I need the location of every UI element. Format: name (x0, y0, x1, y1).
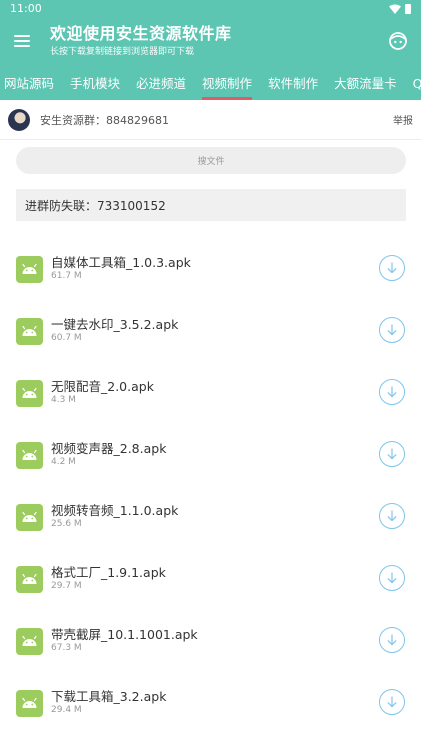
file-name: 一键去水印_3.5.2.apk (51, 317, 179, 332)
tab-item[interactable]: 软件制作 (260, 65, 326, 100)
download-button[interactable] (379, 317, 405, 343)
search-placeholder: 搜文件 (197, 157, 225, 167)
file-list-item[interactable]: 无限配音_2.0.apk 4.3 M (0, 360, 421, 422)
search-input[interactable]: 搜文件 (16, 147, 406, 174)
status-icons (389, 3, 411, 14)
file-list-item[interactable]: 自媒体工具箱_1.0.3.apk 61.7 M (0, 236, 421, 298)
android-icon (16, 504, 43, 531)
app-subtitle: 长按下载复制链接到浏览器即可下载 (50, 47, 195, 57)
download-button[interactable] (379, 503, 405, 529)
file-name: 视频转音频_1.1.0.apk (51, 503, 179, 518)
file-name: 下载工具箱_3.2.apk (51, 689, 167, 704)
download-button[interactable] (379, 379, 405, 405)
file-name: 带壳截屏_10.1.1001.apk (51, 627, 198, 642)
tab-item[interactable]: QQ等级 (405, 65, 421, 100)
file-name: 格式工厂_1.9.1.apk (51, 565, 166, 580)
face-icon[interactable] (387, 30, 409, 52)
file-list-item[interactable]: 视频变声器_2.8.apk 4.2 M (0, 422, 421, 484)
download-button[interactable] (379, 255, 405, 281)
download-button[interactable] (379, 627, 405, 653)
android-icon (16, 256, 43, 283)
app-bar: 欢迎使用安生资源软件库 长按下载复制链接到浏览器即可下载 (0, 17, 421, 65)
android-icon (16, 442, 43, 469)
group-avatar[interactable] (8, 108, 30, 131)
download-icon (385, 509, 399, 523)
battery-icon (405, 3, 411, 14)
file-size: 67.3 M (51, 643, 82, 653)
download-icon (385, 633, 399, 647)
android-icon (16, 318, 43, 345)
app-bar-titles: 欢迎使用安生资源软件库 长按下载复制链接到浏览器即可下载 (50, 24, 387, 58)
file-size: 4.3 M (51, 395, 76, 405)
download-icon (385, 695, 399, 709)
file-size: 29.7 M (51, 581, 82, 591)
download-icon (385, 323, 399, 337)
notice-text: 进群防失联：733100152 (25, 198, 166, 213)
android-icon (16, 566, 43, 593)
tab-item[interactable]: 视频制作 (194, 65, 260, 100)
android-icon (16, 628, 43, 655)
android-icon (16, 380, 43, 407)
file-name: 无限配音_2.0.apk (51, 379, 154, 394)
download-button[interactable] (379, 689, 405, 715)
download-icon (385, 571, 399, 585)
category-tabs: 网站源码手机模块必进频道视频制作软件制作大额流量卡QQ等级 (0, 65, 421, 100)
file-list-item[interactable]: 视频转音频_1.1.0.apk 25.6 M (0, 484, 421, 546)
report-link[interactable]: 举报 (393, 112, 413, 127)
group-info-row: 安生资源群：884829681 举报 (0, 100, 421, 140)
file-list-item[interactable]: 带壳截屏_10.1.1001.apk 67.3 M (0, 608, 421, 670)
file-size: 60.7 M (51, 333, 82, 343)
group-text: 安生资源群：884829681 (40, 113, 169, 127)
status-bar: 11:00 (0, 0, 421, 17)
file-size: 4.2 M (51, 457, 76, 467)
download-icon (385, 261, 399, 275)
tab-item[interactable]: 网站源码 (0, 65, 62, 100)
status-time: 11:00 (10, 2, 42, 15)
tab-item[interactable]: 大额流量卡 (326, 65, 405, 100)
tab-item[interactable]: 必进频道 (128, 65, 194, 100)
file-list-item[interactable]: 一键去水印_3.5.2.apk 60.7 M (0, 298, 421, 360)
wifi-icon (389, 4, 401, 14)
tab-item[interactable]: 手机模块 (62, 65, 128, 100)
download-icon (385, 447, 399, 461)
file-name: 自媒体工具箱_1.0.3.apk (51, 255, 191, 270)
file-list-item[interactable]: 格式工厂_1.9.1.apk 29.7 M (0, 546, 421, 608)
download-icon (385, 385, 399, 399)
app-title: 欢迎使用安生资源软件库 (50, 24, 232, 43)
file-list-item[interactable]: 下载工具箱_3.2.apk 29.4 M (0, 670, 421, 732)
file-size: 61.7 M (51, 271, 82, 281)
file-name: 视频变声器_2.8.apk (51, 441, 167, 456)
file-size: 25.6 M (51, 519, 82, 529)
file-size: 29.4 M (51, 705, 82, 715)
download-button[interactable] (379, 565, 405, 591)
menu-icon[interactable] (12, 30, 34, 52)
android-icon (16, 690, 43, 717)
download-button[interactable] (379, 441, 405, 467)
tabs-strip: 网站源码手机模块必进频道视频制作软件制作大额流量卡QQ等级 (0, 65, 421, 100)
notice-banner: 进群防失联：733100152 (16, 189, 406, 221)
